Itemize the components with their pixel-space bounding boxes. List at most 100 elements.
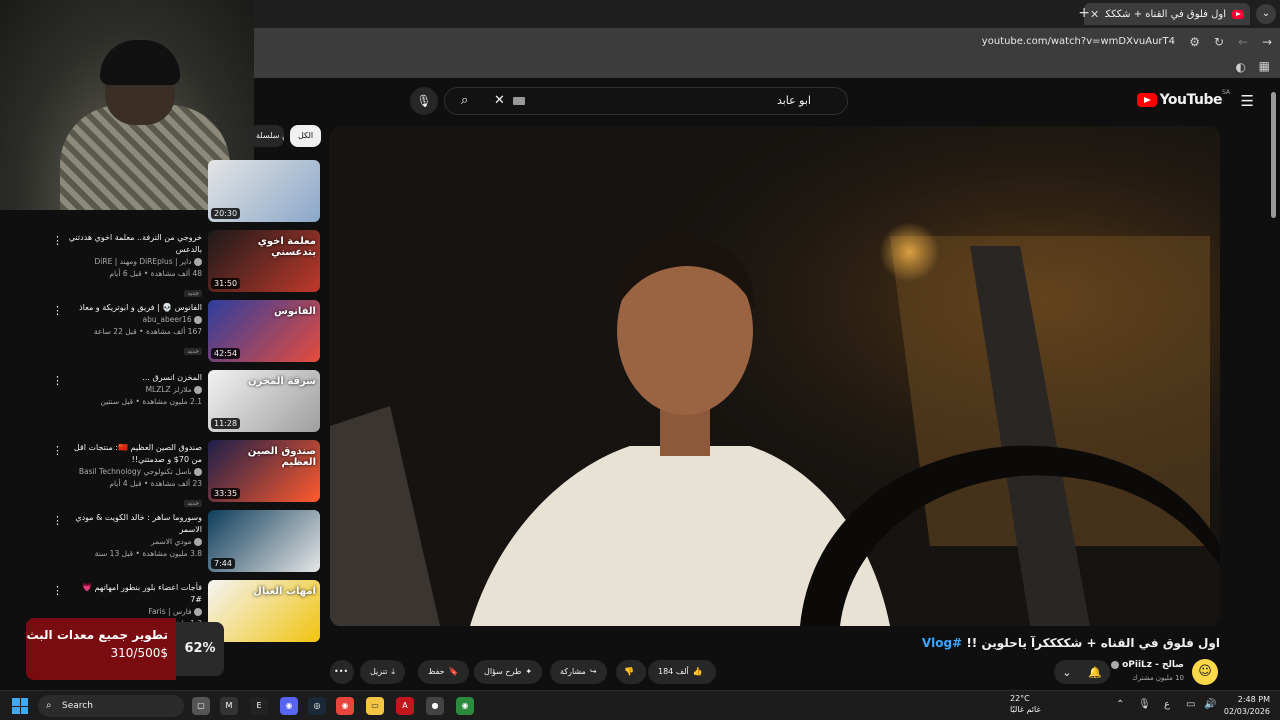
taskbar-search[interactable]: ⌕ Search (38, 695, 184, 717)
channel-name[interactable]: صالح - oPiiLz (1110, 660, 1184, 670)
file-explorer-icon[interactable]: ▭ (366, 697, 384, 715)
weather-widget[interactable]: 22°C غائم غالبًا (1010, 693, 1041, 715)
channel-name[interactable]: فارس | Faris (68, 606, 202, 618)
donation-goal-text: تطوير جميع معدات البث (26, 628, 168, 642)
video-duration: 7:44 (211, 558, 235, 569)
kebab-icon[interactable]: ⋮ (52, 374, 63, 387)
search-input[interactable]: ابو عابد (777, 94, 811, 107)
video-title[interactable]: صندوق الصين العظيم 🇨🇳: منتجات اقل من 70$… (68, 442, 202, 466)
like-button[interactable]: 184 ألف 👍 (648, 660, 716, 684)
new-tab-button[interactable]: + (1078, 5, 1090, 21)
chrome-icon[interactable]: ◉ (336, 697, 354, 715)
video-meta: 23 ألف مشاهدة • قبل 4 أيام (109, 479, 202, 488)
video-thumbnail[interactable]: صندوق الصين العظيم 33:35 (208, 440, 320, 502)
channel-name[interactable]: داير | DiREplus ومهند | DiRE (68, 256, 202, 268)
task-view-icon[interactable]: ▢ (192, 697, 210, 715)
channel-name[interactable]: abu_abeer16 (68, 314, 202, 326)
globe-icon[interactable]: ◐ (1236, 60, 1246, 74)
recommended-video[interactable]: سرقة المخزن 11:28 ⋮ المخزن انسرق ... ملازلز… (40, 370, 320, 436)
search-icon[interactable]: ⌕ (461, 93, 468, 108)
recommended-video[interactable]: الفانوس 42:54 ⋮ الفانوس 💀 | فريق و ابوتريكة… (40, 300, 320, 366)
menu-icon[interactable]: ☰ (1241, 92, 1254, 110)
apps-icon[interactable]: ▦ (1259, 59, 1270, 73)
subscriber-count: 10 مليون مشترك (1131, 674, 1184, 682)
keyboard-icon[interactable] (513, 97, 525, 105)
video-frame (330, 126, 1220, 626)
more-icon: ••• (334, 667, 349, 676)
windows-start-icon[interactable] (12, 698, 28, 714)
show-hidden-icons[interactable]: ⌃ (1116, 699, 1124, 710)
youtube-logo[interactable]: YouTube SA (1136, 89, 1230, 108)
page-scrollbar[interactable] (1271, 92, 1276, 218)
obs-icon[interactable]: ● (426, 697, 444, 715)
epic-games-icon[interactable]: E (250, 697, 268, 715)
ask-button[interactable]: طرح سؤال ✦ (474, 660, 543, 684)
kebab-icon[interactable]: ⋮ (52, 444, 63, 457)
recommended-video[interactable]: 20:30 (40, 160, 320, 226)
video-duration: 20:30 (211, 208, 241, 219)
video-info: صندوق الصين العظيم 🇨🇳: منتجات اقل من 70$… (68, 442, 202, 509)
channel-name[interactable]: باسل تكنولوجي Basil Technology (68, 466, 202, 478)
video-title[interactable]: الفانوس 💀 | فريق و ابوتريكة و معاذ (68, 302, 202, 314)
channel-name[interactable]: ملازلز MLZLZ (68, 384, 202, 396)
like-count: 184 ألف (658, 667, 689, 676)
chrome-active-icon[interactable]: ◉ (456, 697, 474, 715)
search-box[interactable]: ابو عابد ✕ ⌕ (444, 87, 848, 115)
discord-icon[interactable]: ◉ (280, 697, 298, 715)
media-app-icon[interactable]: M (220, 697, 238, 715)
video-title[interactable]: خروجي من الترفة.. معلمة اخوي هددتني بالد… (68, 232, 202, 256)
back-icon[interactable]: ← (1238, 35, 1248, 49)
clear-icon[interactable]: ✕ (494, 93, 505, 108)
video-thumbnail[interactable]: امهات العيال9 (208, 580, 320, 642)
forward-icon[interactable]: → (1262, 35, 1272, 49)
video-thumbnail[interactable]: الفانوس 42:54 (208, 300, 320, 362)
steam-icon[interactable]: ◎ (308, 697, 326, 715)
video-title[interactable]: فأجات اعضاء بلور بنطور امهاتهم 💗 #7 (68, 582, 202, 606)
download-button[interactable]: تنزيل ⤓ (360, 660, 405, 684)
adobe-icon[interactable]: A (396, 697, 414, 715)
channel-name[interactable]: مودي الاسمر (68, 536, 202, 548)
browser-tab[interactable]: اول فلوق في القناه + شككككرآ ياحلوين !! … (1084, 3, 1250, 25)
video-player[interactable] (330, 126, 1220, 626)
video-thumbnail[interactable]: سرقة المخزن 11:28 (208, 370, 320, 432)
more-actions-button[interactable]: ••• (330, 660, 354, 684)
recommended-video[interactable]: صندوق الصين العظيم 33:35 ⋮ صندوق الصين العظ… (40, 440, 320, 509)
network-icon[interactable]: ▭ (1186, 699, 1195, 710)
notification-bell-button[interactable]: ⌄ 🔔 (1054, 660, 1110, 684)
recommended-video[interactable]: 7:44 ⋮ وسوروما ساهر : خالد الكويت & مودي ا… (40, 510, 320, 576)
video-thumbnail[interactable]: معلمة اخوي بتدعسني 31:50 (208, 230, 320, 292)
tab-close-icon[interactable]: ✕ (1090, 8, 1099, 21)
kebab-icon[interactable]: ⋮ (52, 234, 63, 247)
system-clock[interactable]: 2:48 PM 02/03/2026 (1224, 694, 1270, 718)
clock-date: 02/03/2026 (1223, 707, 1270, 716)
chip-all[interactable]: الكل (290, 125, 322, 147)
save-button[interactable]: حفظ 🔖 (418, 660, 469, 684)
reload-icon[interactable]: ↻ (1214, 35, 1224, 49)
video-hashtag[interactable]: #Vlog (922, 636, 962, 650)
verified-icon (194, 468, 202, 476)
kebab-icon[interactable]: ⋮ (52, 584, 63, 597)
microphone-tray-icon[interactable]: 🎙 (1138, 699, 1151, 710)
dislike-button[interactable]: 👎 (616, 660, 646, 684)
chip-series[interactable]: من سلسلة (248, 125, 284, 147)
video-title[interactable]: وسوروما ساهر : خالد الكويت & مودي الاسمر (68, 512, 202, 536)
youtube-header: YouTube SA ☰ ابو عابد ✕ ⌕ 🎙 (254, 78, 1280, 124)
video-thumbnail[interactable]: 7:44 (208, 510, 320, 572)
kebab-icon[interactable]: ⋮ (52, 514, 63, 527)
language-indicator[interactable]: ع (1164, 699, 1170, 710)
weather-description: غائم غالبًا (1010, 705, 1041, 714)
verified-icon (194, 386, 202, 394)
recommended-video[interactable]: معلمة اخوي بتدعسني 31:50 ⋮ خروجي من الترفة.… (40, 230, 320, 297)
site-settings-icon[interactable]: ⚙ (1189, 35, 1200, 49)
tab-search-button[interactable]: ⌄ (1256, 4, 1276, 24)
address-bar[interactable]: youtube.com/watch?v=wmDXvuAurT4 (982, 36, 1175, 47)
search-icon: ⌕ (46, 700, 52, 711)
channel-avatar[interactable]: ☺ (1192, 659, 1218, 685)
video-title[interactable]: المخزن انسرق ... (68, 372, 202, 384)
mic-icon[interactable]: 🎙 (410, 87, 438, 115)
volume-icon[interactable]: 🔊 (1204, 699, 1216, 710)
share-button[interactable]: مشاركة ↪ (550, 660, 607, 684)
video-thumbnail[interactable]: 20:30 (208, 160, 320, 222)
channel-name-text: فارس | Faris (148, 607, 192, 616)
kebab-icon[interactable]: ⋮ (52, 304, 63, 317)
